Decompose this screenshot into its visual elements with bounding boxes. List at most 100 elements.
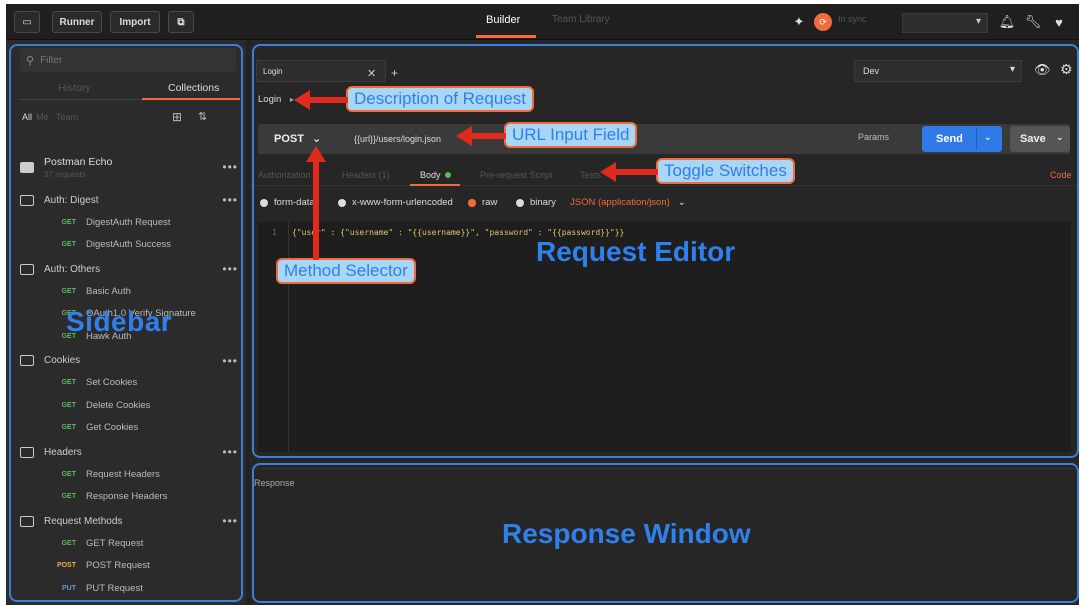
request-tab-login[interactable]: Login ✕ + [256, 60, 398, 82]
new-window-icon[interactable]: ⧉ [168, 11, 194, 33]
sidebar-toggle-icon[interactable]: ▭ [14, 11, 40, 33]
request-item[interactable]: GET GET Request [16, 533, 242, 553]
new-tab-icon[interactable]: + [391, 66, 398, 80]
request-item[interactable]: GET Get Cookies [16, 418, 242, 438]
url-input[interactable]: {{url}}/users/login.json [354, 134, 441, 144]
folder-name: Auth: Others [44, 263, 101, 275]
radio-urlencoded[interactable]: x-www-form-urlencoded [338, 197, 453, 208]
collection-name: Postman Echo [44, 155, 113, 168]
tab-body-label: Body [420, 170, 441, 180]
body-type-select[interactable]: JSON (application/json) ⌄ [570, 197, 686, 208]
sort-icon[interactable]: ⇅ [198, 110, 207, 123]
more-icon[interactable]: ••• [222, 514, 238, 528]
request-item[interactable]: GET Basic Auth [16, 281, 242, 301]
request-tab-bar: Login ✕ + Dev ▾ 👁︎ ⚙ [250, 56, 1079, 84]
request-description[interactable]: Login ▸ [258, 94, 294, 105]
response-window-label: Response Window [502, 518, 751, 549]
tab-collections[interactable]: Collections [168, 82, 219, 94]
tab-pre-request-script[interactable]: Pre-request Script [480, 170, 553, 180]
interceptor-icon[interactable]: ✦ [790, 13, 808, 31]
collection-postman-echo[interactable]: Postman Echo 37 requests ••• [16, 152, 242, 182]
top-toolbar: ▭ Runner Import ⧉ Builder Team Library ✦… [6, 4, 1079, 40]
request-item[interactable]: GET Response Headers [16, 487, 242, 507]
account-dropdown[interactable]: ▾ [902, 13, 988, 33]
method-badge: GET [61, 218, 76, 226]
request-item[interactable]: GET Delete Cookies [16, 395, 242, 415]
request-item-label: Request Headers [86, 468, 160, 480]
arrow-left-icon [456, 126, 506, 146]
search-icon: ⚲ [26, 54, 35, 67]
more-icon[interactable]: ••• [222, 262, 238, 276]
filter-all[interactable]: All [22, 112, 32, 122]
filter-input[interactable]: ⚲ Filter [20, 48, 236, 72]
save-button[interactable]: Save ⌄ [1010, 126, 1070, 152]
send-button[interactable]: Send ⌄ [922, 126, 1002, 152]
wrench-icon[interactable]: 🔧︎ [1024, 13, 1042, 31]
method-badge: GET [61, 401, 76, 409]
request-item[interactable]: GET DigestAuth Request [16, 212, 242, 232]
send-divider [976, 128, 977, 150]
method-badge: PUT [62, 584, 76, 592]
more-icon[interactable]: ••• [222, 193, 238, 207]
environment-value: Dev [863, 66, 880, 76]
method-badge: GET [61, 241, 76, 248]
request-item[interactable]: GET Set Cookies [16, 373, 242, 393]
editor-gutter [288, 222, 289, 452]
folder-item[interactable]: Auth: Digest ••• [16, 188, 242, 212]
code-link[interactable]: Code [1050, 170, 1072, 180]
request-item-label: Get Cookies [86, 422, 139, 433]
request-item[interactable]: GET DigestAuth Success [16, 235, 242, 255]
radio-binary[interactable]: binary [516, 197, 556, 208]
more-icon[interactable]: ••• [222, 354, 238, 368]
eye-icon[interactable]: 👁︎ [1034, 62, 1051, 78]
request-item[interactable]: GET Request Headers [16, 464, 242, 484]
tab-history[interactable]: History [58, 82, 91, 94]
close-icon[interactable]: ✕ [367, 67, 376, 80]
tab-team-library[interactable]: Team Library [552, 14, 610, 25]
folder-item[interactable]: Auth: Others ••• [16, 257, 242, 281]
tab-builder[interactable]: Builder [486, 14, 520, 26]
chevron-down-icon[interactable]: ⌄ [984, 132, 992, 143]
sync-icon[interactable]: ⟳ [814, 13, 832, 31]
arrow-up-icon [306, 146, 326, 260]
tab-tests[interactable]: Tests [580, 170, 601, 180]
gear-icon[interactable]: ⚙ [1060, 61, 1073, 78]
method-badge: GET [61, 287, 76, 295]
filter-me[interactable]: Me [36, 112, 49, 122]
sync-status: In sync [838, 14, 867, 24]
runner-button[interactable]: Runner [52, 11, 102, 33]
tab-headers[interactable]: Headers (1) [342, 170, 390, 180]
tab-authorization[interactable]: Authorization [258, 170, 311, 180]
annotation-url-field: URL Input Field [504, 122, 638, 148]
import-button[interactable]: Import [110, 11, 160, 33]
bell-icon[interactable]: 🔔︎ [998, 13, 1016, 31]
radio-dot [516, 198, 524, 207]
request-item-label: Response Headers [86, 491, 168, 502]
environment-select[interactable]: Dev ▾ [854, 60, 1022, 82]
annotation-method-selector: Method Selector [276, 258, 416, 284]
body-tab-indicator [410, 184, 460, 186]
request-item-label: DigestAuth Request [86, 216, 171, 228]
response-label: Response [254, 478, 295, 488]
more-icon[interactable]: ••• [222, 160, 238, 174]
chevron-down-icon[interactable]: ⌄ [1056, 132, 1064, 143]
radio-raw[interactable]: raw [468, 197, 497, 208]
filter-team[interactable]: Team [56, 112, 78, 122]
chevron-down-icon: ⌄ [311, 133, 322, 145]
more-icon[interactable]: ••• [222, 445, 238, 459]
send-label: Send [936, 133, 963, 145]
params-button[interactable]: Params [858, 132, 889, 142]
heart-icon[interactable]: ♥ [1050, 13, 1068, 31]
method-selector[interactable]: POST ⌄ [274, 132, 321, 145]
radio-dot [338, 198, 346, 207]
tab-body[interactable]: Body [420, 170, 451, 180]
folder-item[interactable]: Cookies ••• [16, 349, 242, 373]
request-item[interactable]: POST POST Request [16, 556, 242, 576]
radio-form-data[interactable]: form-data [260, 197, 315, 208]
new-collection-icon[interactable]: ⊞ [172, 110, 182, 124]
folder-icon [20, 515, 34, 527]
folder-item[interactable]: Headers ••• [16, 440, 242, 464]
request-tab-label: Login [263, 66, 283, 76]
folder-item[interactable]: Request Methods ••• [16, 509, 242, 533]
request-item[interactable]: PUT PUT Request [16, 578, 242, 598]
